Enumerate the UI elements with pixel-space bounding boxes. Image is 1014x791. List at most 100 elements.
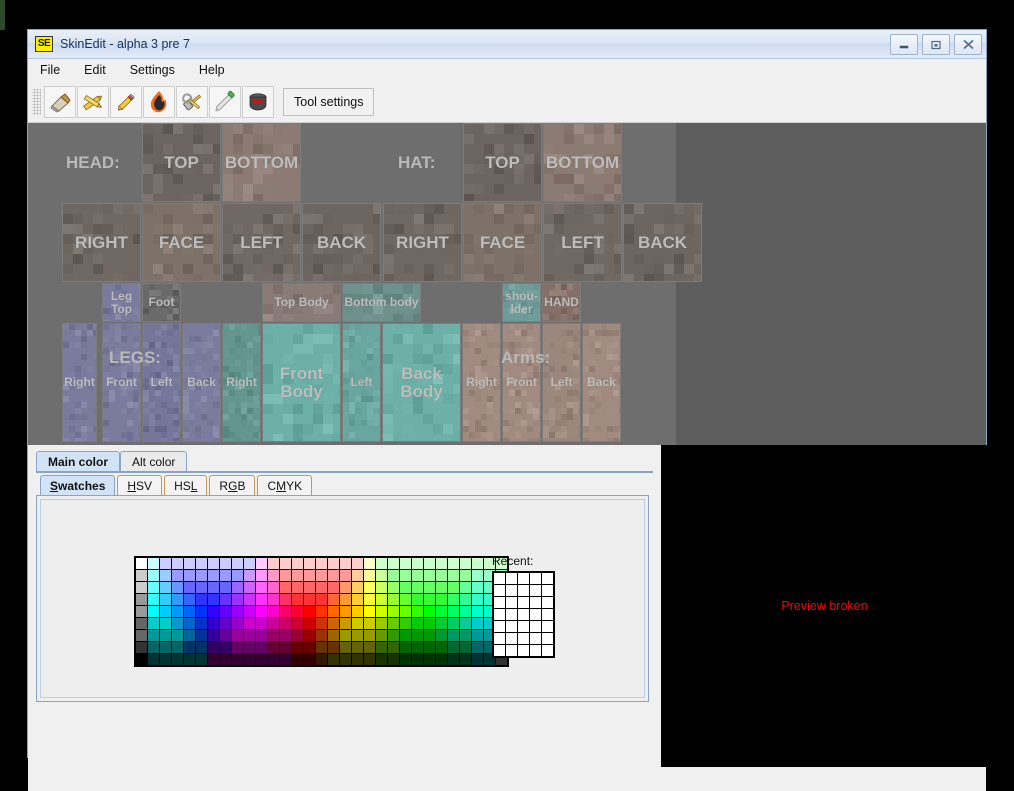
- color-swatch[interactable]: [148, 606, 159, 617]
- color-swatch[interactable]: [412, 570, 423, 581]
- recent-color-swatch[interactable]: [542, 609, 553, 620]
- color-swatch[interactable]: [304, 582, 315, 593]
- recent-color-swatch[interactable]: [530, 597, 541, 608]
- recent-color-swatch[interactable]: [506, 621, 517, 632]
- cell-leg-foot[interactable]: Foot: [142, 283, 181, 322]
- cell-arm-shoulder[interactable]: shou- lder: [502, 283, 541, 322]
- color-swatch[interactable]: [268, 594, 279, 605]
- color-swatch[interactable]: [400, 618, 411, 629]
- color-swatch[interactable]: [208, 558, 219, 569]
- color-swatch[interactable]: [388, 642, 399, 653]
- recent-color-swatch[interactable]: [530, 573, 541, 584]
- color-swatch[interactable]: [244, 594, 255, 605]
- color-swatch[interactable]: [400, 630, 411, 641]
- recent-color-swatch[interactable]: [494, 597, 505, 608]
- color-swatch[interactable]: [436, 558, 447, 569]
- color-swatch[interactable]: [244, 570, 255, 581]
- cell-head-left[interactable]: LEFT: [222, 203, 301, 282]
- color-swatch[interactable]: [424, 630, 435, 641]
- color-swatch[interactable]: [280, 570, 291, 581]
- color-swatch[interactable]: [244, 606, 255, 617]
- color-swatch[interactable]: [316, 570, 327, 581]
- tab-hsv[interactable]: H SV: [117, 475, 163, 495]
- tool-burn[interactable]: [143, 86, 175, 118]
- color-swatch[interactable]: [160, 618, 171, 629]
- recent-color-swatch[interactable]: [494, 645, 505, 656]
- recent-color-swatch[interactable]: [506, 573, 517, 584]
- color-swatch[interactable]: [340, 642, 351, 653]
- recent-color-swatch[interactable]: [542, 645, 553, 656]
- color-swatch[interactable]: [232, 558, 243, 569]
- color-swatch[interactable]: [256, 570, 267, 581]
- cell-leg-back[interactable]: Back: [182, 323, 221, 442]
- color-swatch[interactable]: [364, 570, 375, 581]
- color-swatch[interactable]: [436, 570, 447, 581]
- color-swatch[interactable]: [268, 642, 279, 653]
- color-swatch[interactable]: [172, 654, 183, 665]
- color-swatch[interactable]: [328, 594, 339, 605]
- color-swatch[interactable]: [340, 606, 351, 617]
- menu-file[interactable]: File: [37, 61, 63, 79]
- toolbar-drag-handle[interactable]: [32, 89, 41, 115]
- color-swatch[interactable]: [436, 630, 447, 641]
- color-swatch[interactable]: [208, 582, 219, 593]
- color-swatch[interactable]: [280, 654, 291, 665]
- color-swatch[interactable]: [448, 594, 459, 605]
- color-swatch[interactable]: [220, 570, 231, 581]
- color-swatch[interactable]: [232, 606, 243, 617]
- color-swatch[interactable]: [256, 642, 267, 653]
- color-swatch[interactable]: [292, 618, 303, 629]
- color-swatch[interactable]: [232, 582, 243, 593]
- color-swatch[interactable]: [244, 642, 255, 653]
- color-swatch[interactable]: [280, 630, 291, 641]
- color-swatch[interactable]: [364, 642, 375, 653]
- color-swatch[interactable]: [136, 618, 147, 629]
- color-swatch[interactable]: [400, 642, 411, 653]
- color-swatch[interactable]: [136, 582, 147, 593]
- color-swatch[interactable]: [400, 582, 411, 593]
- color-swatch[interactable]: [196, 582, 207, 593]
- color-swatch[interactable]: [448, 570, 459, 581]
- recent-color-swatch[interactable]: [494, 621, 505, 632]
- color-swatch[interactable]: [376, 618, 387, 629]
- color-swatch[interactable]: [460, 606, 471, 617]
- color-swatch[interactable]: [340, 558, 351, 569]
- color-swatch[interactable]: [280, 582, 291, 593]
- color-swatch[interactable]: [172, 558, 183, 569]
- cell-body-bottom[interactable]: Bottom body: [342, 283, 421, 322]
- recent-color-swatch[interactable]: [542, 597, 553, 608]
- color-swatch[interactable]: [232, 630, 243, 641]
- color-swatch[interactable]: [340, 594, 351, 605]
- cell-body-left[interactable]: Left: [342, 323, 381, 442]
- color-swatch[interactable]: [412, 642, 423, 653]
- tool-pencil[interactable]: [110, 86, 142, 118]
- color-swatch[interactable]: [376, 570, 387, 581]
- color-swatch[interactable]: [184, 630, 195, 641]
- cell-body-back[interactable]: Back Body: [382, 323, 461, 442]
- color-swatch[interactable]: [448, 642, 459, 653]
- color-swatch[interactable]: [172, 642, 183, 653]
- color-swatch[interactable]: [328, 606, 339, 617]
- tool-fill[interactable]: [242, 86, 274, 118]
- cell-head-face[interactable]: FACE: [142, 203, 221, 282]
- color-swatch[interactable]: [388, 558, 399, 569]
- color-swatch[interactable]: [196, 558, 207, 569]
- color-swatch[interactable]: [412, 618, 423, 629]
- color-swatch[interactable]: [400, 570, 411, 581]
- color-swatch[interactable]: [208, 570, 219, 581]
- cell-hat-face[interactable]: FACE: [463, 203, 542, 282]
- skin-preview-panel[interactable]: Preview broken: [661, 445, 988, 767]
- recent-colors-grid[interactable]: [492, 571, 555, 658]
- color-swatch[interactable]: [304, 654, 315, 665]
- color-swatch[interactable]: [208, 594, 219, 605]
- color-swatch[interactable]: [256, 630, 267, 641]
- color-swatch[interactable]: [196, 606, 207, 617]
- recent-color-swatch[interactable]: [518, 609, 529, 620]
- color-swatch[interactable]: [460, 594, 471, 605]
- color-swatch[interactable]: [424, 618, 435, 629]
- color-swatch[interactable]: [304, 594, 315, 605]
- color-swatch[interactable]: [160, 594, 171, 605]
- color-swatch[interactable]: [424, 570, 435, 581]
- color-swatch[interactable]: [460, 618, 471, 629]
- color-swatch[interactable]: [448, 630, 459, 641]
